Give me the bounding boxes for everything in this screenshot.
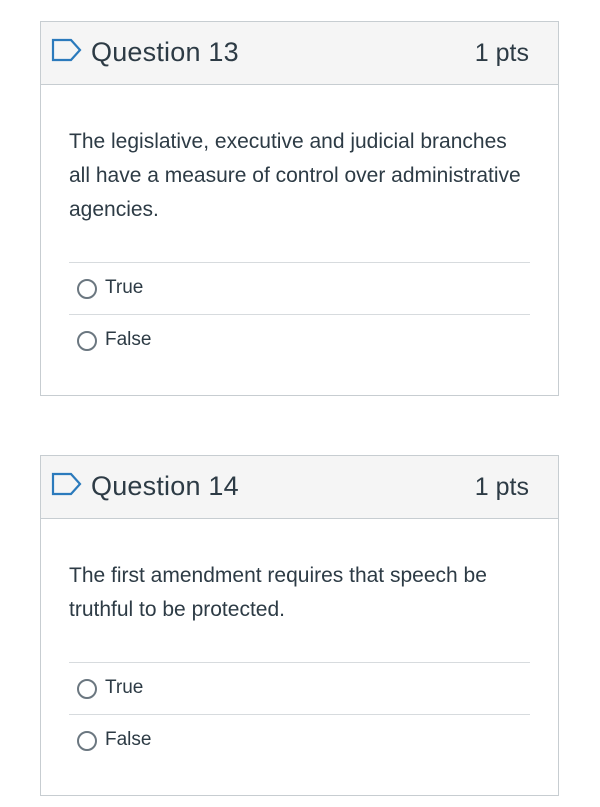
question-header: Question 14 1 pts	[41, 456, 558, 519]
question-points: 1 pts	[474, 473, 529, 501]
answer-list: True False	[69, 262, 530, 367]
answer-option-false[interactable]: False	[69, 715, 530, 767]
question-body: The first amendment requires that speech…	[41, 519, 558, 767]
answer-option-true[interactable]: True	[69, 663, 530, 715]
flag-question-icon[interactable]	[51, 38, 83, 62]
question-title: Question 13	[91, 37, 239, 67]
question-points: 1 pts	[474, 39, 529, 67]
radio-button[interactable]	[77, 731, 97, 751]
answer-label: False	[105, 729, 152, 750]
question-text: The first amendment requires that speech…	[69, 564, 487, 621]
answer-label: True	[105, 677, 144, 698]
answer-option-false[interactable]: False	[69, 315, 530, 367]
answer-label: False	[105, 329, 152, 350]
radio-button[interactable]	[77, 279, 97, 299]
question-text: The legislative, executive and judicial …	[69, 130, 521, 221]
radio-button[interactable]	[77, 679, 97, 699]
answer-option-true[interactable]: True	[69, 263, 530, 315]
answer-label: True	[105, 277, 144, 298]
radio-button[interactable]	[77, 331, 97, 351]
question-header: Question 13 1 pts	[41, 22, 558, 85]
question-card-14: Question 14 1 pts The first amendment re…	[40, 455, 559, 796]
question-title: Question 14	[91, 471, 239, 501]
question-body: The legislative, executive and judicial …	[41, 85, 558, 367]
answer-list: True False	[69, 662, 530, 767]
question-card-13: Question 13 1 pts The legislative, execu…	[40, 21, 559, 396]
flag-question-icon[interactable]	[51, 472, 83, 496]
